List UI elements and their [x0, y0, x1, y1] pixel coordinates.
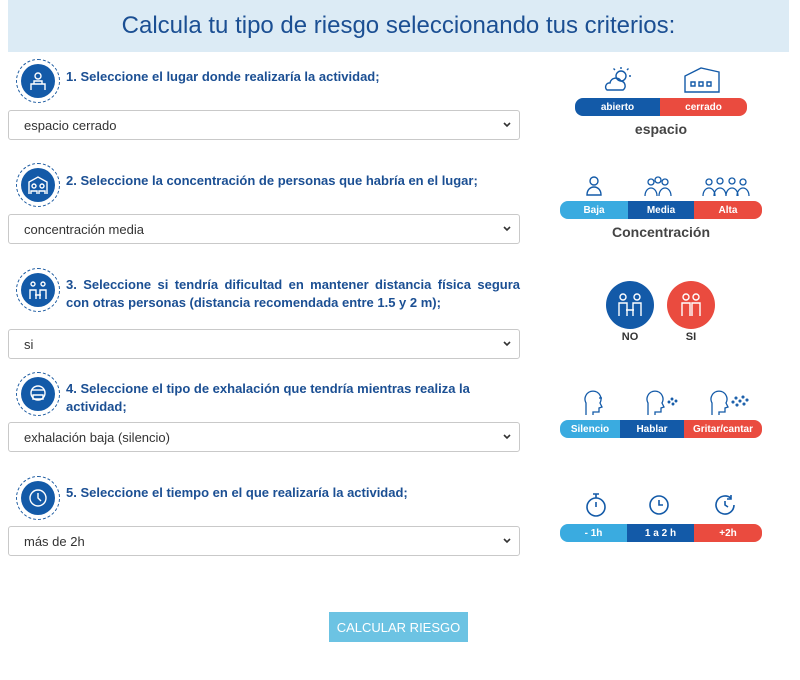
- talking-face-icon: [646, 390, 678, 415]
- place-select[interactable]: espacio cerrado: [8, 110, 520, 140]
- stopwatch-icon: [586, 493, 606, 517]
- clock-icon: [16, 476, 60, 520]
- espacio-option-abierto: abierto: [575, 98, 660, 116]
- espacio-caption: espacio: [634, 121, 688, 137]
- concentracion-caption: Concentración: [611, 224, 710, 240]
- distance-no-label: NO: [621, 331, 639, 343]
- chevron-down-icon: [503, 434, 511, 440]
- question-1-label: 1. Seleccione el lugar donde realizaría …: [66, 69, 380, 84]
- chevron-down-icon: [503, 538, 511, 544]
- distance-select-value: si: [24, 336, 34, 352]
- crowd-people-icon: [702, 177, 750, 197]
- question-4-label: 4. Seleccione el tipo de exhalación que …: [66, 381, 470, 414]
- time-select-value: más de 2h: [24, 533, 85, 549]
- group-people-icon: [644, 176, 672, 197]
- crowd-icon: [16, 163, 60, 207]
- warehouse-icon: [684, 67, 720, 93]
- question-5-label: 5. Seleccione el tiempo en el que realiz…: [66, 485, 408, 500]
- exhalacion-option-silencio: Silencio: [560, 420, 620, 438]
- silent-face-icon: [584, 390, 603, 415]
- question-2-label: 2. Seleccione la concentración de person…: [66, 173, 478, 188]
- distance-icon: [16, 268, 60, 312]
- distance-si-label: SI: [685, 331, 697, 343]
- tiempo-option-menos-1h: - 1h: [560, 524, 627, 542]
- chevron-down-icon: [503, 122, 511, 128]
- tiempo-scale: - 1h 1 a 2 h +2h: [560, 524, 762, 542]
- mask-face-icon: [16, 372, 60, 416]
- concentration-select[interactable]: concentración media: [8, 214, 520, 244]
- distance-no-icon: [606, 281, 654, 329]
- exhalacion-option-hablar: Hablar: [620, 420, 684, 438]
- page-title: Calcula tu tipo de riesgo seleccionando …: [121, 12, 676, 39]
- concentracion-option-alta: Alta: [694, 201, 762, 219]
- espacio-option-cerrado: cerrado: [660, 98, 747, 116]
- exhalacion-option-gritar: Gritar/cantar: [684, 420, 762, 438]
- exhalation-select[interactable]: exhalación baja (silencio): [8, 422, 520, 452]
- concentracion-option-media: Media: [628, 201, 694, 219]
- sun-cloud-icon: [604, 67, 631, 91]
- clock-refresh-icon: [715, 495, 735, 515]
- exhalation-select-value: exhalación baja (silencio): [24, 429, 170, 445]
- single-person-icon: [586, 176, 602, 196]
- place-select-value: espacio cerrado: [24, 117, 117, 133]
- distance-select[interactable]: si: [8, 329, 520, 359]
- concentration-select-value: concentración media: [24, 221, 144, 237]
- chevron-down-icon: [503, 341, 511, 347]
- page-header: Calcula tu tipo de riesgo seleccionando …: [8, 0, 789, 52]
- espacio-scale: abierto cerrado: [575, 98, 747, 116]
- tiempo-option-mas-2h: +2h: [694, 524, 762, 542]
- clock-hour-icon: [649, 495, 669, 515]
- time-select[interactable]: más de 2h: [8, 526, 520, 556]
- tiempo-option-1-a-2h: 1 a 2 h: [627, 524, 694, 542]
- question-3-label: 3. Seleccione si tendría dificultad en m…: [66, 277, 520, 310]
- shouting-face-icon: [710, 390, 749, 415]
- building-icon: [16, 59, 60, 103]
- concentracion-option-baja: Baja: [560, 201, 628, 219]
- concentracion-scale: Baja Media Alta: [560, 201, 762, 219]
- chevron-down-icon: [503, 226, 511, 232]
- exhalacion-scale: Silencio Hablar Gritar/cantar: [560, 420, 762, 438]
- calculate-risk-button[interactable]: CALCULAR RIESGO: [329, 612, 468, 642]
- distance-si-icon: [667, 281, 715, 329]
